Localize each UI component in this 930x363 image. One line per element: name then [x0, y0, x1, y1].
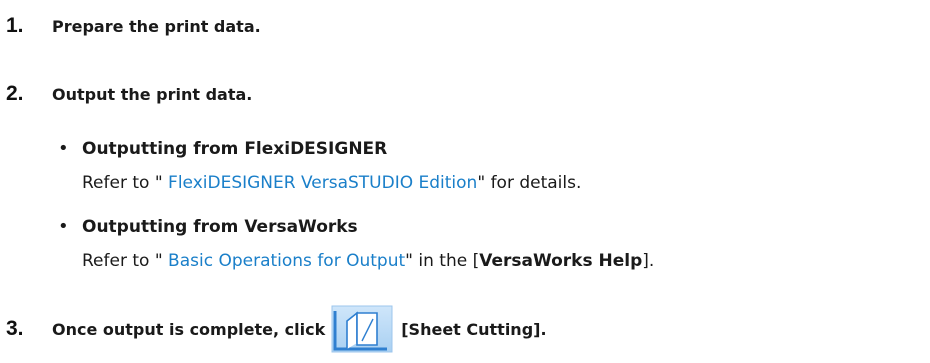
step-text: Prepare the print data.	[52, 16, 261, 36]
bullet-item-versaworks: • Outputting from VersaWorks Refer to " …	[58, 216, 654, 271]
reference-prefix: Refer to "	[82, 173, 169, 193]
step-number: 1.	[6, 14, 24, 37]
sheet-cutting-label: [Sheet Cutting].	[401, 319, 547, 339]
sheet-cutting-icon[interactable]	[331, 305, 393, 353]
bullet-item-flexidesigner: • Outputting from FlexiDESIGNER Refer to…	[58, 138, 581, 193]
versaworks-help-label: VersaWorks Help	[479, 251, 643, 271]
step-2: 2. Output the print data.	[6, 82, 252, 106]
reference-text: Refer to " Basic Operations for Output" …	[82, 251, 654, 271]
step-number: 2.	[6, 82, 24, 105]
reference-middle: " in the [	[405, 251, 480, 271]
reference-suffix: ].	[642, 251, 655, 271]
reference-prefix: Refer to "	[82, 251, 169, 271]
flexidesigner-link[interactable]: FlexiDESIGNER VersaSTUDIO Edition	[168, 173, 477, 193]
reference-text: Refer to " FlexiDESIGNER VersaSTUDIO Edi…	[82, 173, 581, 193]
step-number: 3.	[6, 317, 24, 340]
step-text: Once output is complete, click	[52, 319, 326, 339]
step-3: 3. Once output is complete, click [Sheet…	[6, 305, 547, 353]
sheet-cutting-icon-graphic	[331, 305, 393, 353]
bullet-glyph: •	[58, 138, 69, 159]
reference-suffix: " for details.	[477, 173, 582, 193]
bullet-title: Outputting from VersaWorks	[82, 216, 358, 237]
step-1: 1. Prepare the print data.	[6, 14, 261, 38]
basic-operations-link[interactable]: Basic Operations for Output	[168, 251, 405, 271]
bullet-glyph: •	[58, 216, 69, 237]
bullet-row: • Outputting from FlexiDESIGNER	[58, 138, 581, 159]
step-text: Output the print data.	[52, 84, 253, 104]
bullet-row: • Outputting from VersaWorks	[58, 216, 654, 237]
bullet-title: Outputting from FlexiDESIGNER	[82, 138, 388, 159]
